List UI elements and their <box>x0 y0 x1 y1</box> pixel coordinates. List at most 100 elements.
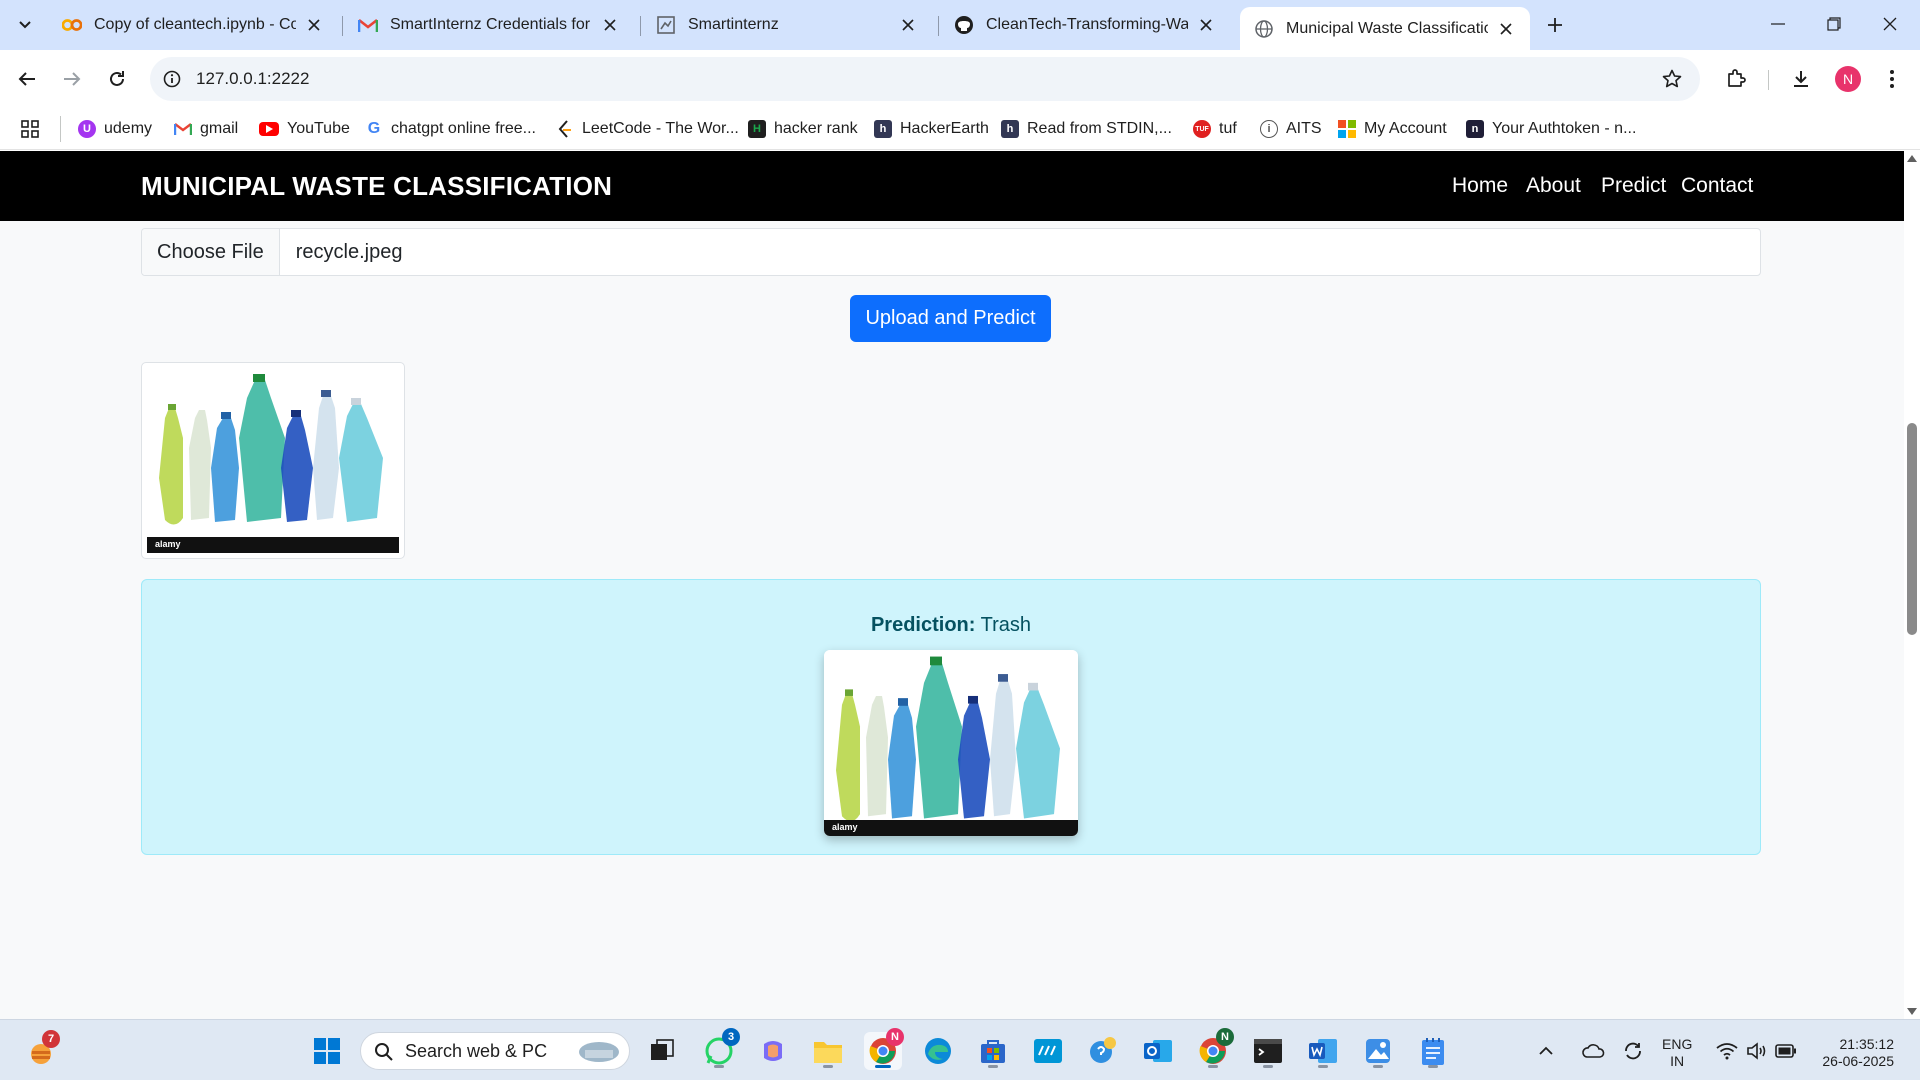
plus-icon <box>1548 18 1562 32</box>
taskbar-photos[interactable] <box>1359 1032 1397 1070</box>
close-icon[interactable] <box>898 15 918 35</box>
terminal-icon <box>1254 1039 1282 1063</box>
scroll-thumb[interactable] <box>1907 423 1917 635</box>
taskbar-file-explorer[interactable] <box>809 1032 847 1070</box>
apps-grid-icon <box>21 120 39 138</box>
bookmark-read-stdin[interactable]: h Read from STDIN,... <box>1001 116 1172 142</box>
reload-icon <box>110 71 124 86</box>
gmail-icon <box>358 15 378 35</box>
tab-smartinternz[interactable]: Smartinternz <box>642 7 932 43</box>
tab-municipal-waste[interactable]: Municipal Waste Classification <box>1240 7 1530 50</box>
bookmarks-bar: U udemy gmail YouTube G chatgpt online f… <box>0 108 1920 150</box>
close-icon[interactable] <box>1496 19 1516 39</box>
page-scrollbar[interactable] <box>1904 151 1920 1019</box>
running-indicator <box>1318 1065 1328 1068</box>
ngrok-icon: n <box>1466 120 1484 138</box>
show-hidden-icons-button[interactable] <box>1534 1032 1558 1070</box>
close-window-button[interactable] <box>1862 0 1918 48</box>
bookmark-tuf[interactable]: TUF tuf <box>1193 116 1237 142</box>
bookmark-my-account[interactable]: My Account <box>1338 116 1447 142</box>
new-tab-button[interactable] <box>1540 10 1570 40</box>
tab-colab[interactable]: Copy of cleantech.ipynb - Colab <box>48 7 338 43</box>
onedrive-button[interactable] <box>1578 1032 1608 1070</box>
bookmark-label: Your Authtoken - n... <box>1492 120 1637 137</box>
scroll-down-arrow-icon[interactable] <box>1907 1008 1917 1015</box>
choose-file-button[interactable]: Choose File <box>142 229 280 275</box>
forward-button[interactable] <box>56 63 88 95</box>
bookmark-hackerrank[interactable]: H hacker rank <box>748 116 858 142</box>
wifi-icon <box>1716 1043 1738 1060</box>
taskbar-terminal[interactable] <box>1249 1032 1287 1070</box>
bookmark-youtube[interactable]: YouTube <box>259 116 350 142</box>
bookmark-leetcode[interactable]: LeetCode - The Wor... <box>556 116 739 142</box>
tab-title: SmartInternz Credentials for Sh <box>390 16 592 33</box>
github-icon <box>954 15 974 35</box>
taskbar-edge[interactable] <box>919 1032 957 1070</box>
task-view-button[interactable] <box>643 1032 681 1070</box>
nav-predict[interactable]: Predict <box>1601 174 1666 198</box>
scroll-up-arrow-icon[interactable] <box>1907 155 1917 162</box>
downloads-button[interactable] <box>1786 64 1816 94</box>
nav-about[interactable]: About <box>1526 174 1581 198</box>
profile-avatar[interactable]: N <box>1835 66 1861 92</box>
taskbar-help[interactable] <box>1084 1032 1122 1070</box>
apps-button[interactable] <box>20 116 40 142</box>
tab-gmail[interactable]: SmartInternz Credentials for Sh <box>344 7 634 43</box>
reload-button[interactable] <box>101 63 133 95</box>
volume-icon <box>1747 1042 1766 1060</box>
tab-search-button[interactable] <box>10 9 40 39</box>
outlook-icon <box>1144 1040 1172 1062</box>
bookmark-udemy[interactable]: U udemy <box>78 116 152 142</box>
minimize-button[interactable] <box>1750 0 1806 48</box>
volume-button[interactable] <box>1742 1032 1772 1070</box>
taskbar-myhp[interactable] <box>1029 1032 1067 1070</box>
bookmark-label: LeetCode - The Wor... <box>582 120 739 137</box>
globe-icon <box>1254 19 1274 39</box>
running-indicator <box>1373 1065 1383 1068</box>
address-bar[interactable]: 127.0.0.1:2222 <box>150 57 1700 101</box>
taskbar-copilot[interactable] <box>754 1032 792 1070</box>
site-brand[interactable]: MUNICIPAL WASTE CLASSIFICATION <box>141 171 612 202</box>
clock-time: 21:35:12 <box>1839 1036 1895 1052</box>
bookmark-label: hacker rank <box>774 120 858 137</box>
bookmark-aits[interactable]: i AITS <box>1260 116 1322 142</box>
nav-contact[interactable]: Contact <box>1681 174 1753 198</box>
bookmark-gmail[interactable]: gmail <box>174 116 238 142</box>
sync-button[interactable] <box>1618 1032 1648 1070</box>
taskbar-search[interactable]: Search web & PC <box>360 1032 630 1070</box>
clock[interactable]: 21:35:12 26-06-2025 <box>1814 1036 1894 1070</box>
back-button[interactable] <box>11 63 43 95</box>
close-icon[interactable] <box>600 15 620 35</box>
menu-button[interactable] <box>1877 64 1907 94</box>
site-info-icon[interactable] <box>160 67 184 91</box>
whatsapp-badge: 3 <box>722 1028 740 1046</box>
bookmark-authtoken[interactable]: n Your Authtoken - n... <box>1466 116 1636 142</box>
udemy-icon: U <box>78 120 96 138</box>
taskbar-chrome[interactable]: N <box>864 1028 904 1070</box>
taskbar-word[interactable] <box>1304 1032 1342 1070</box>
tab-github[interactable]: CleanTech-Transforming-Waste <box>940 7 1230 43</box>
wifi-button[interactable] <box>1712 1032 1742 1070</box>
bookmark-star-icon[interactable] <box>1660 67 1684 91</box>
extensions-button[interactable] <box>1721 64 1751 94</box>
language-indicator[interactable]: ENG IN <box>1662 1036 1692 1070</box>
bookmark-chatgpt[interactable]: G chatgpt online free... <box>365 116 536 142</box>
watermark-text: alamy <box>832 822 858 832</box>
restore-button[interactable] <box>1806 0 1862 48</box>
battery-button[interactable] <box>1771 1032 1801 1070</box>
close-icon[interactable] <box>1196 15 1216 35</box>
taskbar-notepad[interactable] <box>1414 1032 1452 1070</box>
bookmark-hackerearth[interactable]: h HackerEarth <box>874 116 989 142</box>
widgets-button[interactable]: 7 <box>22 1030 60 1070</box>
nav-home[interactable]: Home <box>1452 174 1508 198</box>
taskbar-outlook[interactable] <box>1139 1032 1177 1070</box>
taskbar-store[interactable] <box>974 1032 1012 1070</box>
taskbar-whatsapp[interactable]: 3 <box>700 1028 740 1070</box>
folder-icon <box>814 1042 842 1063</box>
file-input[interactable]: Choose File recycle.jpeg <box>141 228 1761 276</box>
close-icon[interactable] <box>304 15 324 35</box>
url-text[interactable]: 127.0.0.1:2222 <box>196 69 309 89</box>
taskbar-chrome-profile[interactable]: N <box>1194 1028 1234 1070</box>
upload-predict-button[interactable]: Upload and Predict <box>850 295 1051 342</box>
start-button[interactable] <box>308 1032 346 1070</box>
